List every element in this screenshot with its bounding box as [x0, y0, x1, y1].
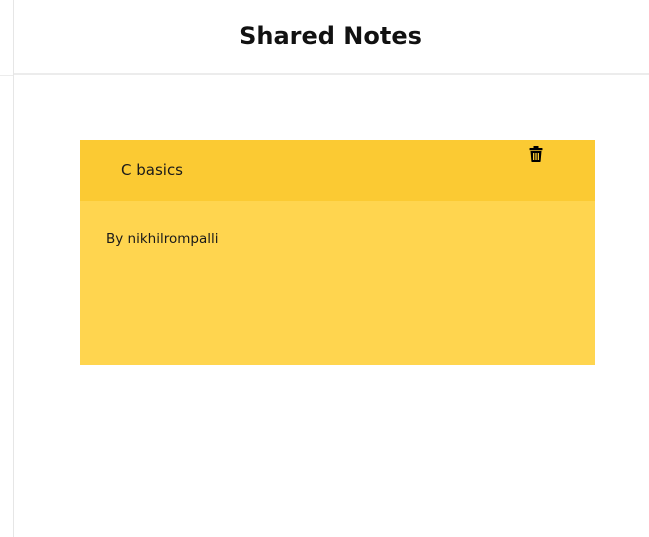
- trash-icon: [529, 146, 543, 162]
- page-header: Shared Notes: [14, 0, 649, 75]
- sidebar-border: [13, 0, 14, 537]
- note-title: C basics: [121, 161, 183, 179]
- page-title: Shared Notes: [239, 21, 422, 50]
- delete-note-button[interactable]: [529, 146, 543, 162]
- sidebar-divider: [0, 75, 13, 76]
- note-author: By nikhilrompalli: [106, 231, 219, 247]
- note-card: C basics By nikhilrompalli: [80, 140, 595, 365]
- note-header: C basics: [80, 140, 595, 201]
